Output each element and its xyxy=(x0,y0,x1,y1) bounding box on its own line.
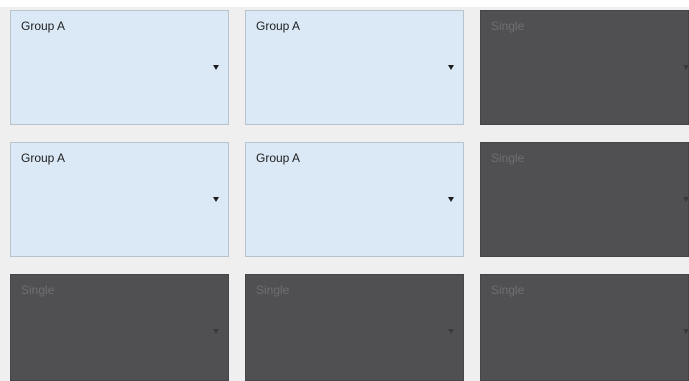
chevron-down-icon xyxy=(683,329,688,334)
chevron-down-icon xyxy=(213,329,219,334)
chevron-down-icon xyxy=(683,197,688,202)
chevron-down-icon xyxy=(213,65,219,70)
select-cell-r2c2[interactable]: Group A xyxy=(245,142,464,257)
select-cell-r1c1[interactable]: Group A xyxy=(10,10,229,125)
select-cell-r3c2[interactable]: Single xyxy=(245,274,464,381)
select-cell-label: Single xyxy=(491,151,525,165)
chevron-down-icon xyxy=(683,65,688,70)
select-cell-label: Group A xyxy=(21,19,66,33)
select-cell-r2c1[interactable]: Group A xyxy=(10,142,229,257)
select-cell-r1c3[interactable]: Single xyxy=(480,10,689,125)
select-cell-r3c3[interactable]: Single xyxy=(480,274,689,381)
select-cell-label: Single xyxy=(491,19,525,33)
select-grid: Group A Group A Single Group A Group A S… xyxy=(0,0,689,381)
select-cell-label: Group A xyxy=(256,19,301,33)
select-cell-r1c2[interactable]: Group A xyxy=(245,10,464,125)
select-cell-label: Single xyxy=(256,283,290,297)
select-cell-r3c1[interactable]: Single xyxy=(10,274,229,381)
chevron-down-icon xyxy=(448,329,454,334)
select-cell-label: Single xyxy=(491,283,525,297)
select-cell-label: Single xyxy=(21,283,55,297)
select-cell-label: Group A xyxy=(21,151,66,165)
chevron-down-icon xyxy=(213,197,219,202)
chevron-down-icon xyxy=(448,197,454,202)
select-cell-label: Group A xyxy=(256,151,301,165)
select-cell-r2c3[interactable]: Single xyxy=(480,142,689,257)
chevron-down-icon xyxy=(448,65,454,70)
